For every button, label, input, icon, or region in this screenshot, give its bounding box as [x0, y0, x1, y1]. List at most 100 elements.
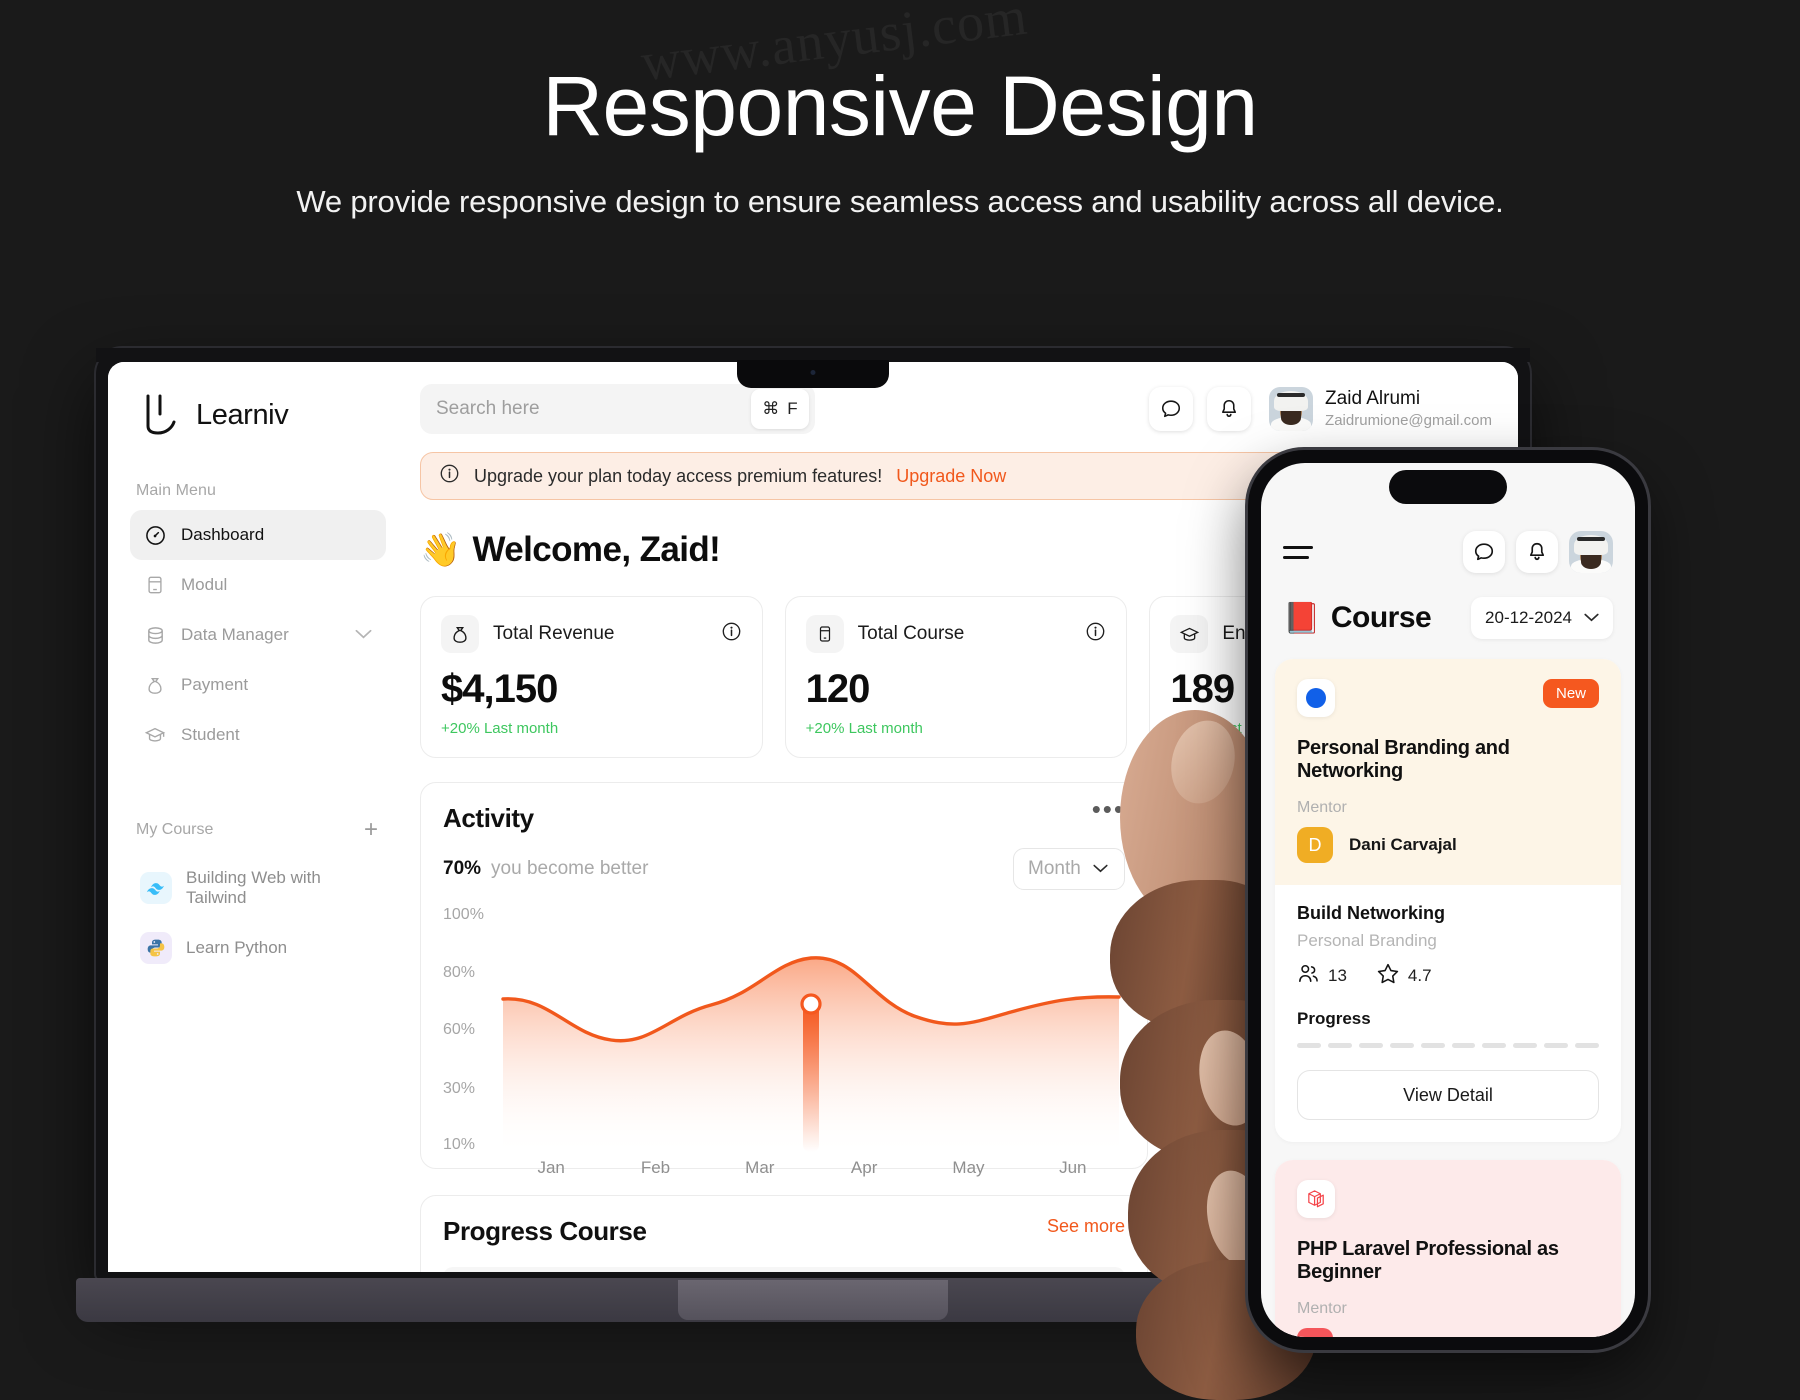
shortcut-modifier: ⌘: [762, 399, 780, 418]
closed-book-icon: 📕: [1283, 601, 1320, 635]
x-tick-label: Apr: [850, 1158, 878, 1177]
learniv-logo-icon: [142, 394, 180, 436]
sidebar: Learniv Main Menu Dashboard Modul Data M…: [108, 362, 408, 1272]
mobile-topbar-actions: [1463, 531, 1613, 573]
book-module-icon: [805, 615, 844, 653]
page-subtitle: We provide responsive design to ensure s…: [296, 184, 1504, 220]
x-tick-label: Jun: [1059, 1158, 1087, 1177]
course-card-header: PHP Laravel Professional as Beginner Men…: [1275, 1160, 1621, 1337]
view-detail-button[interactable]: View Detail: [1297, 1070, 1599, 1120]
stat-label: Total Revenue: [493, 623, 615, 644]
course-card-body: Build Networking Personal Branding 13 4.…: [1275, 885, 1621, 1142]
topbar: ⌘ F: [408, 362, 1518, 446]
page-title: Responsive Design: [542, 59, 1258, 153]
blue-circle-icon: [1297, 679, 1335, 717]
book-module-icon: [144, 574, 166, 596]
sidebar-item-label: Data Manager: [181, 625, 289, 644]
mobile-page-title: 📕 Course: [1283, 601, 1432, 636]
chat-bubble-icon[interactable]: [1463, 531, 1505, 573]
graduation-cap-icon: [1170, 615, 1209, 653]
activity-area-plot: [501, 956, 1121, 1152]
sidebar-item-data-manager[interactable]: Data Manager: [130, 610, 386, 660]
sidebar-item-label: Student: [181, 725, 240, 744]
money-bag-icon: [441, 615, 479, 653]
activity-chart: 100% 80% 60% 30% 10% Jan Feb Mar Apr May…: [443, 904, 1125, 1177]
activity-card: Activity ••• 70% you become better Month: [420, 782, 1148, 1177]
stat-delta: +20% Last month: [805, 720, 923, 737]
course-title: Personal Branding and Networking: [1297, 737, 1510, 782]
hamburger-menu-icon[interactable]: [1283, 545, 1313, 559]
upgrade-now-link[interactable]: Upgrade Now: [896, 466, 1006, 487]
laravel-icon: [1297, 1180, 1335, 1218]
progress-label: Progress: [1297, 1009, 1371, 1028]
sidebar-section-label: Main Menu: [136, 482, 217, 499]
mobile-course-list: New Personal Branding and Networking Men…: [1261, 659, 1635, 1337]
search-container[interactable]: ⌘ F: [420, 384, 815, 434]
rating-value: 4.7: [1407, 966, 1432, 985]
sidebar-item-dashboard[interactable]: Dashboard: [130, 510, 386, 560]
mobile-page-header: 📕 Course 20-12-2024: [1261, 597, 1635, 639]
mentor-row: D Dani Carvajal: [1297, 827, 1599, 863]
mentor-label: Mentor: [1297, 799, 1347, 816]
activity-range-value: Month: [1028, 858, 1081, 879]
activity-x-axis: Jan Feb Mar Apr May Jun: [499, 1158, 1125, 1178]
phone-notch: [1389, 470, 1507, 504]
stat-value: $4,150: [441, 667, 558, 711]
date-picker[interactable]: 20-12-2024: [1471, 597, 1613, 639]
lesson-category: Personal Branding: [1297, 931, 1437, 950]
search-input[interactable]: [436, 398, 799, 420]
stat-label: Total Course: [857, 623, 965, 644]
x-tick-label: Jan: [537, 1158, 565, 1177]
see-more-link[interactable]: See more: [1047, 1216, 1125, 1237]
my-course-label: My Course: [136, 821, 214, 838]
course-card[interactable]: New Personal Branding and Networking Men…: [1275, 659, 1621, 1142]
phone-screen: 📕 Course 20-12-2024 New Personal Brandin…: [1261, 463, 1635, 1337]
chevron-down-icon[interactable]: [355, 625, 372, 645]
sidebar-item-payment[interactable]: Payment: [130, 660, 386, 710]
stat-card-total-revenue: Total Revenue $4,150 +20% Last month: [420, 596, 763, 758]
sidebar-item-student[interactable]: Student: [130, 710, 386, 760]
info-circle-icon: [439, 463, 460, 489]
mentor-avatar: D: [1297, 827, 1333, 863]
money-bag-icon: [144, 674, 166, 696]
info-circle-icon[interactable]: [721, 621, 742, 647]
dashboard-gauge-icon: [144, 524, 166, 546]
user-profile[interactable]: Zaid Alrumi Zaidrumione@gmail.com: [1269, 387, 1492, 431]
user-name: Zaid Alrumi: [1325, 387, 1421, 409]
plus-icon[interactable]: +: [364, 818, 378, 842]
chat-bubble-icon[interactable]: [1149, 387, 1194, 431]
activity-range-select[interactable]: Month: [1013, 848, 1125, 890]
student-count: 13: [1297, 964, 1347, 988]
sidebar-item-modul[interactable]: Modul: [130, 560, 386, 610]
progress-course-card: Progress Course See more Course Progress: [420, 1195, 1148, 1272]
y-tick-label: 80%: [443, 964, 476, 981]
notification-bell-icon[interactable]: [1516, 531, 1558, 573]
y-tick-label: 30%: [443, 1080, 476, 1097]
list-item[interactable]: Learn Python: [130, 920, 386, 976]
brand[interactable]: Learniv: [130, 382, 386, 436]
avatar[interactable]: [1569, 531, 1613, 573]
mentor-row: D Dani Carvajal: [1297, 1328, 1599, 1337]
list-item-label: Building Web with Tailwind: [186, 868, 321, 907]
course-card[interactable]: PHP Laravel Professional as Beginner Men…: [1275, 1160, 1621, 1337]
notification-bell-icon[interactable]: [1207, 387, 1252, 431]
status-badge: New: [1542, 679, 1599, 708]
mentor-avatar: D: [1297, 1328, 1333, 1337]
banner-text: Upgrade your plan today access premium f…: [474, 465, 883, 486]
mentor-label: Mentor: [1297, 1300, 1347, 1317]
welcome-text: Welcome, Zaid!: [472, 530, 721, 569]
rating: 4.7: [1377, 963, 1432, 989]
date-value: 20-12-2024: [1485, 608, 1572, 627]
chevron-down-icon: [1093, 858, 1108, 880]
mentor-name: Dani Carvajal: [1349, 1336, 1457, 1337]
y-tick-label: 100%: [443, 906, 484, 923]
card-title: Progress Course: [443, 1216, 647, 1246]
sidebar-item-label: Payment: [181, 675, 249, 694]
x-tick-label: Mar: [745, 1158, 775, 1177]
python-icon: [140, 932, 172, 964]
list-item[interactable]: Building Web with Tailwind: [130, 856, 386, 920]
info-circle-icon[interactable]: [1085, 621, 1106, 647]
course-title: PHP Laravel Professional as Beginner: [1297, 1238, 1559, 1283]
mobile-title-text: Course: [1330, 601, 1432, 634]
user-email: Zaidrumione@gmail.com: [1325, 411, 1492, 429]
